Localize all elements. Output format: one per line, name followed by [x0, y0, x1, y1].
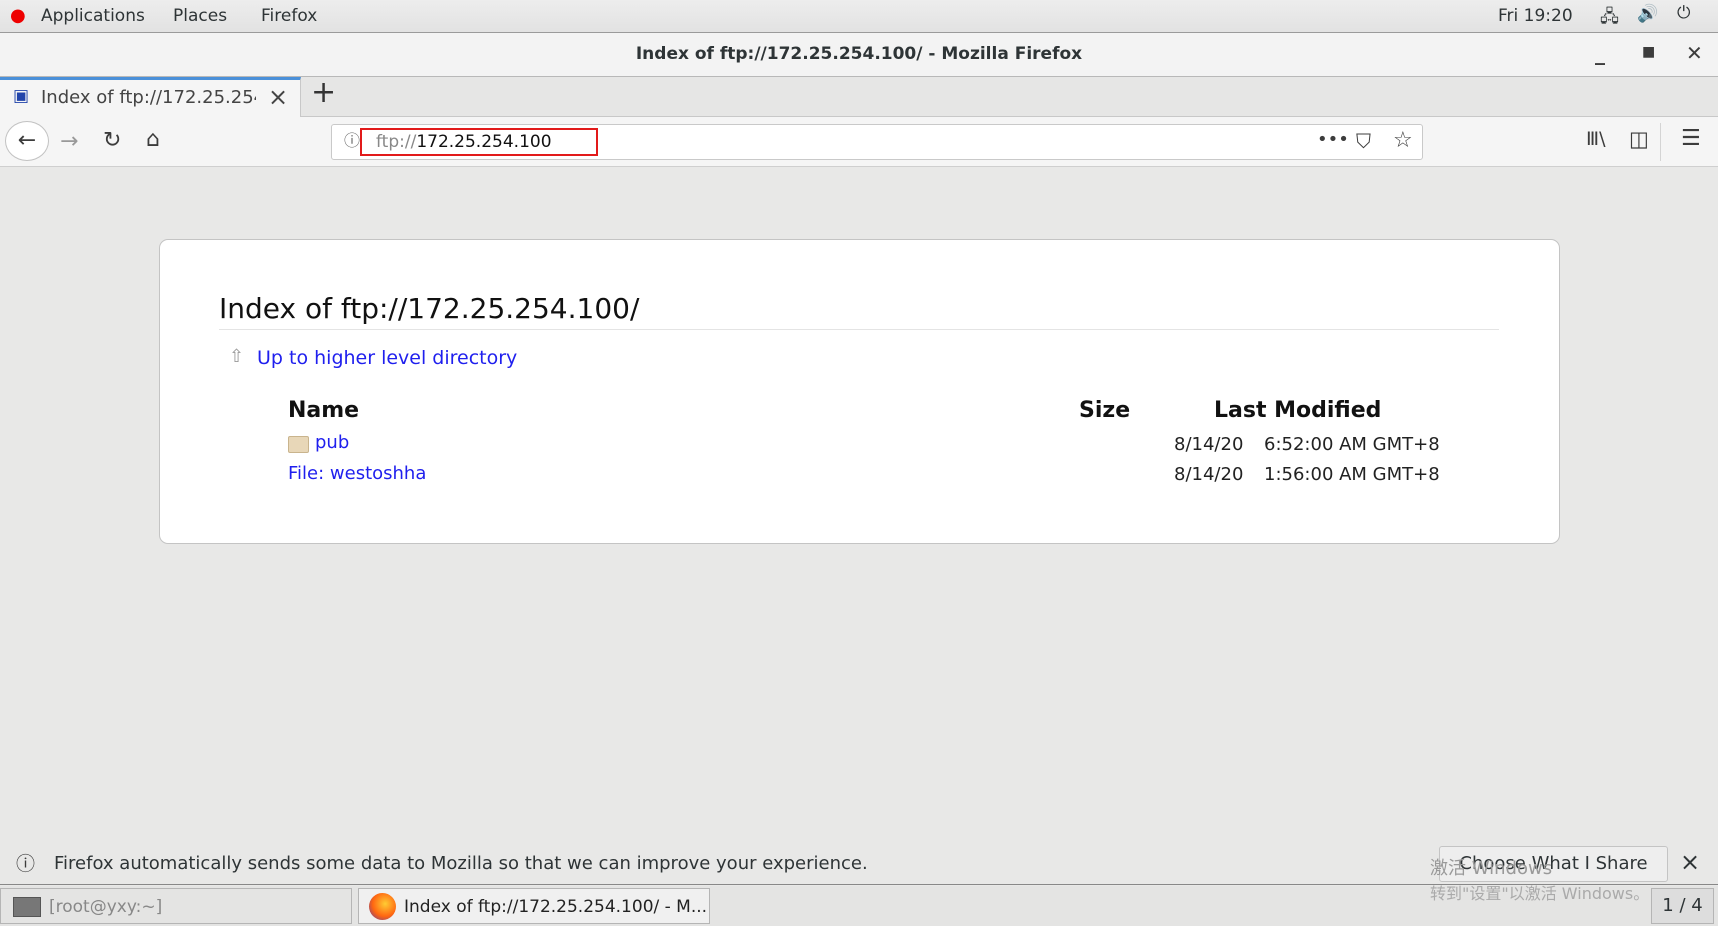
row-date: 8/14/20 [1174, 464, 1244, 485]
row-name-link[interactable]: pub [315, 432, 349, 453]
firefox-icon [369, 893, 396, 920]
up-arrow-icon: ⇧ [229, 346, 245, 367]
tab-bar: ▣ Index of ftp://172.25.254. × + [0, 75, 1718, 117]
watermark-line2: 转到"设置"以激活 Windows。 [1430, 884, 1650, 903]
terminal-icon [13, 897, 41, 917]
notification-bar: ⓘ Firefox automatically sends some data … [0, 845, 1718, 885]
tab-active[interactable]: ▣ Index of ftp://172.25.254. × [0, 77, 301, 117]
url-scheme: ftp:// [376, 132, 417, 152]
home-button[interactable]: ⌂ [146, 129, 160, 151]
network-icon[interactable]: 🖧 [1600, 4, 1619, 33]
window-titlebar: Index of ftp://172.25.254.100/ - Mozilla… [0, 33, 1718, 77]
taskbar-item-terminal[interactable]: [root@yxy:~] [0, 888, 352, 924]
row-time: 1:56:00 AM GMT+8 [1264, 464, 1440, 485]
folder-icon [288, 436, 309, 453]
taskbar-item-firefox[interactable]: Index of ftp://172.25.254.100/ - M... [358, 888, 710, 924]
url-host: 172.25.254.100 [416, 132, 552, 152]
navigation-toolbar: ← → ↻ ⌂ ⓘ ftp://172.25.254.100 ••• ⛉ ☆ Ⅲ… [0, 117, 1718, 167]
menu-places[interactable]: Places [173, 6, 227, 26]
column-header-size[interactable]: Size [1079, 398, 1130, 423]
pocket-icon[interactable]: ⛉ [1356, 131, 1371, 151]
window-title: Index of ftp://172.25.254.100/ - Mozilla… [635, 44, 1083, 64]
new-tab-button[interactable]: + [311, 75, 336, 110]
page-title: Index of ftp://172.25.254.100/ [219, 292, 640, 325]
row-name-link[interactable]: File: westoshha [288, 463, 426, 484]
info-icon[interactable]: ⓘ [344, 133, 360, 149]
notification-close-icon[interactable]: × [1680, 848, 1700, 876]
monitor-favicon-icon: ▣ [13, 86, 30, 106]
workspace-pager[interactable]: 1 / 4 [1651, 888, 1714, 924]
notification-text: Firefox automatically sends some data to… [54, 853, 868, 874]
maximize-icon[interactable]: ■ [1642, 45, 1655, 59]
taskbar-label: Index of ftp://172.25.254.100/ - M... [404, 897, 708, 917]
bookmark-star-icon[interactable]: ☆ [1393, 130, 1413, 152]
column-header-name[interactable]: Name [288, 398, 359, 423]
forward-button[interactable]: → [60, 131, 78, 153]
row-date: 8/14/20 [1174, 434, 1244, 455]
menu-applications[interactable]: Applications [41, 6, 145, 26]
menu-firefox[interactable]: Firefox [261, 6, 317, 26]
url-bar[interactable]: ⓘ ftp://172.25.254.100 ••• ⛉ ☆ [331, 124, 1423, 160]
help-icon: ⓘ [16, 853, 36, 875]
column-header-last-modified[interactable]: Last Modified [1214, 398, 1381, 423]
sidebar-icon[interactable]: ◫ [1629, 129, 1649, 150]
clock[interactable]: Fri 19:20 [1498, 6, 1573, 26]
library-icon[interactable]: Ⅲ\ [1586, 130, 1606, 149]
top-panel: ● Applications Places Firefox Fri 19:20 … [0, 0, 1718, 33]
volume-icon[interactable]: 🔊 [1637, 4, 1658, 24]
title-divider [219, 329, 1499, 330]
power-icon[interactable]: ⏻ [1677, 3, 1690, 23]
hamburger-menu-icon[interactable]: ☰ [1681, 128, 1701, 150]
row-time: 6:52:00 AM GMT+8 [1264, 434, 1440, 455]
more-actions-icon[interactable]: ••• [1317, 131, 1349, 149]
back-button[interactable]: ← [5, 121, 49, 161]
choose-what-i-share-button[interactable]: Choose What I Share [1439, 846, 1668, 882]
redhat-logo-icon: ● [10, 5, 26, 26]
taskbar: [root@yxy:~] Index of ftp://172.25.254.1… [0, 884, 1718, 926]
tab-label: Index of ftp://172.25.254. [41, 87, 256, 108]
toolbar-divider [1660, 123, 1661, 161]
up-directory-link[interactable]: Up to higher level directory [257, 347, 517, 369]
url-text[interactable]: ftp://172.25.254.100 [376, 132, 552, 152]
tab-close-icon[interactable]: × [268, 83, 288, 111]
reload-button[interactable]: ↻ [103, 130, 121, 152]
close-window-icon[interactable]: ✕ [1686, 43, 1703, 63]
taskbar-label: [root@yxy:~] [49, 897, 163, 917]
directory-listing: Index of ftp://172.25.254.100/ ⇧ Up to h… [159, 239, 1560, 544]
minimize-icon[interactable]: _ [1595, 43, 1605, 63]
